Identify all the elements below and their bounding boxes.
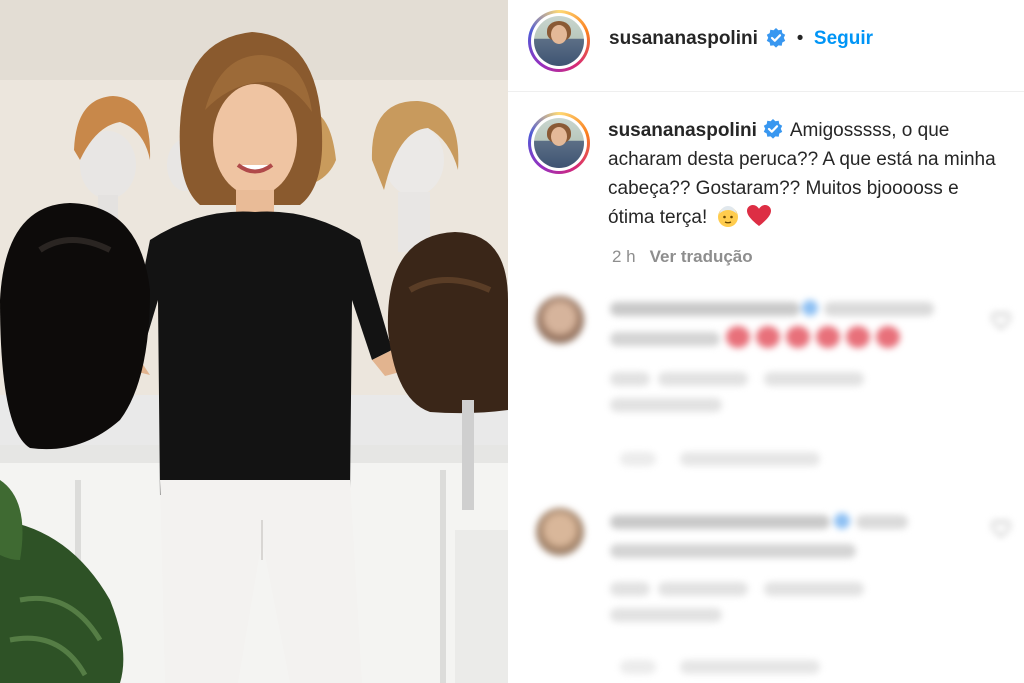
older-person-emoji-icon xyxy=(717,206,738,227)
header-username[interactable]: susananaspolini xyxy=(609,28,758,49)
comment-text-blurred xyxy=(610,332,720,346)
caption-username[interactable]: susananaspolini xyxy=(608,120,757,141)
header-user-line: susananaspolini • Seguir xyxy=(609,27,873,50)
post-meta: 2 h Ver tradução xyxy=(612,247,753,267)
caption-verified-badge-icon xyxy=(763,118,783,139)
post-photo[interactable] xyxy=(0,0,508,683)
post-header: susananaspolini • Seguir xyxy=(508,0,1024,92)
comment-username-blurred xyxy=(610,302,800,316)
post-timestamp[interactable]: 2 h xyxy=(612,247,636,266)
caption-profile-picture xyxy=(534,118,584,168)
heart-icon[interactable] xyxy=(990,310,1012,332)
comment-avatar[interactable] xyxy=(536,508,584,556)
post-photo-illustration xyxy=(0,0,508,683)
comment-avatar[interactable] xyxy=(536,296,584,344)
comment-text-blurred xyxy=(610,544,856,558)
profile-picture xyxy=(534,16,584,66)
separator-dot: • xyxy=(796,28,804,49)
red-heart-emoji-icon xyxy=(746,205,771,226)
post-caption: susananaspolini Amigosssss, o que achara… xyxy=(608,116,1008,232)
follow-button[interactable]: Seguir xyxy=(814,28,873,49)
comment-username-blurred xyxy=(610,515,830,529)
header-avatar[interactable] xyxy=(528,10,590,72)
caption-avatar[interactable] xyxy=(528,112,590,174)
heart-icon[interactable] xyxy=(990,518,1012,540)
verified-badge-icon xyxy=(767,27,786,48)
see-translation-link[interactable]: Ver tradução xyxy=(650,247,753,266)
comment-heart-emojis xyxy=(726,326,906,348)
post-details-panel: susananaspolini • Seguir susananaspolini… xyxy=(508,0,1024,683)
